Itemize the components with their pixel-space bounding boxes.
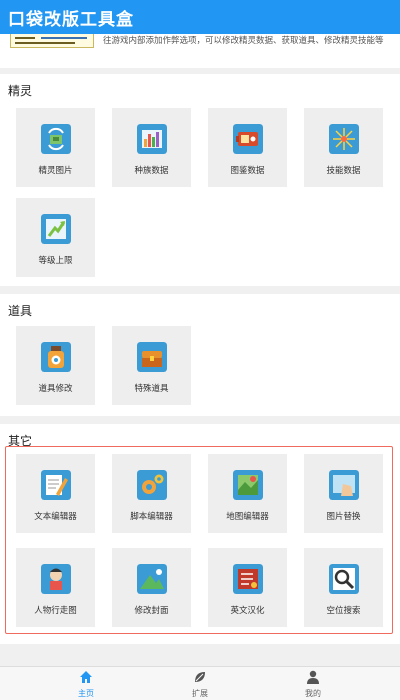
tile-label: 种族数据: [134, 166, 169, 176]
tile-label: 脚本编辑器: [130, 512, 173, 522]
tile-label: 文本编辑器: [34, 512, 77, 522]
leaf-icon: [195, 672, 205, 682]
text-editor-icon: [41, 470, 71, 500]
image-replace-icon: [329, 470, 359, 500]
fireworks-icon: [329, 124, 359, 154]
app-bar: 口袋改版工具盒: [0, 0, 400, 34]
section-title: 精灵: [8, 84, 33, 98]
app-title: 口袋改版工具盒: [8, 10, 134, 30]
nav-profile[interactable]: 我的: [273, 667, 353, 700]
nav-extensions[interactable]: 扩展: [160, 667, 240, 700]
tile-level-cap[interactable]: 等级上限: [16, 198, 95, 277]
tile-sprite-image[interactable]: 精灵图片: [16, 108, 95, 187]
tile-species-data[interactable]: 种族数据: [112, 108, 191, 187]
bar-chart-icon: [137, 124, 167, 154]
sprite-image-icon: [41, 124, 71, 154]
nav-label: 扩展: [192, 689, 208, 698]
level-up-icon: [41, 214, 71, 244]
section-title: 道具: [8, 304, 33, 318]
cover-landscape-icon: [137, 564, 167, 594]
tile-label: 人物行走图: [34, 606, 77, 616]
tile-character-sprite[interactable]: 人物行走图: [16, 548, 95, 627]
nav-home[interactable]: 主页: [46, 667, 126, 700]
tile-label: 特殊道具: [134, 384, 169, 394]
tile-text-editor[interactable]: 文本编辑器: [16, 454, 95, 533]
character-sprite-icon: [41, 564, 71, 594]
tile-map-editor[interactable]: 地图编辑器: [208, 454, 287, 533]
tile-label: 空位搜索: [326, 606, 361, 616]
translate-list-icon: [233, 564, 263, 594]
section-items: 道具 道具修改 特殊道具: [0, 294, 400, 416]
magnifier-icon: [329, 564, 359, 594]
tile-english-localization[interactable]: 英文汉化: [208, 548, 287, 627]
nav-label: 我的: [305, 689, 321, 698]
tile-pokedex-data[interactable]: 图鉴数据: [208, 108, 287, 187]
tile-item-edit[interactable]: 道具修改: [16, 326, 95, 405]
tile-skill-data[interactable]: 技能数据: [304, 108, 383, 187]
tile-script-editor[interactable]: 脚本编辑器: [112, 454, 191, 533]
tile-label: 英文汉化: [230, 606, 265, 616]
section-title: 其它: [8, 434, 33, 448]
tile-empty-slot-search[interactable]: 空位搜索: [304, 548, 383, 627]
intro-description: 往游戏内部添加作弊选项，可以修改精灵数据、获取道具、修改精灵技能等: [103, 36, 384, 46]
tile-label: 图鉴数据: [230, 166, 265, 176]
tile-label: 道具修改: [38, 384, 73, 394]
game-screenshot-thumbnail: [10, 34, 94, 48]
treasure-chest-icon: [137, 342, 167, 372]
bottom-navigation: 主页 扩展 我的: [0, 666, 400, 700]
intro-card[interactable]: 往游戏内部添加作弊选项，可以修改精灵数据、获取道具、修改精灵技能等: [0, 34, 400, 68]
person-icon: [307, 670, 319, 684]
pokedex-icon: [233, 124, 263, 154]
home-icon: [80, 671, 92, 683]
tile-label: 等级上限: [38, 256, 73, 266]
tile-label: 修改封面: [134, 606, 169, 616]
tile-special-item[interactable]: 特殊道具: [112, 326, 191, 405]
tile-label: 地图编辑器: [226, 512, 269, 522]
section-other: 其它 文本编辑器 脚本编辑器 地图编辑器 图片替换 人物行走图 修改封面 英文汉…: [0, 424, 400, 644]
tile-label: 技能数据: [326, 166, 361, 176]
map-icon: [233, 470, 263, 500]
tile-image-replace[interactable]: 图片替换: [304, 454, 383, 533]
tile-label: 精灵图片: [38, 166, 73, 176]
gears-icon: [137, 470, 167, 500]
nav-label: 主页: [78, 689, 94, 698]
potion-bottle-icon: [41, 342, 71, 372]
section-sprite: 精灵 精灵图片 种族数据 图鉴数据 技能数据 等级上限: [0, 74, 400, 286]
tile-label: 图片替换: [326, 512, 361, 522]
tile-change-cover[interactable]: 修改封面: [112, 548, 191, 627]
